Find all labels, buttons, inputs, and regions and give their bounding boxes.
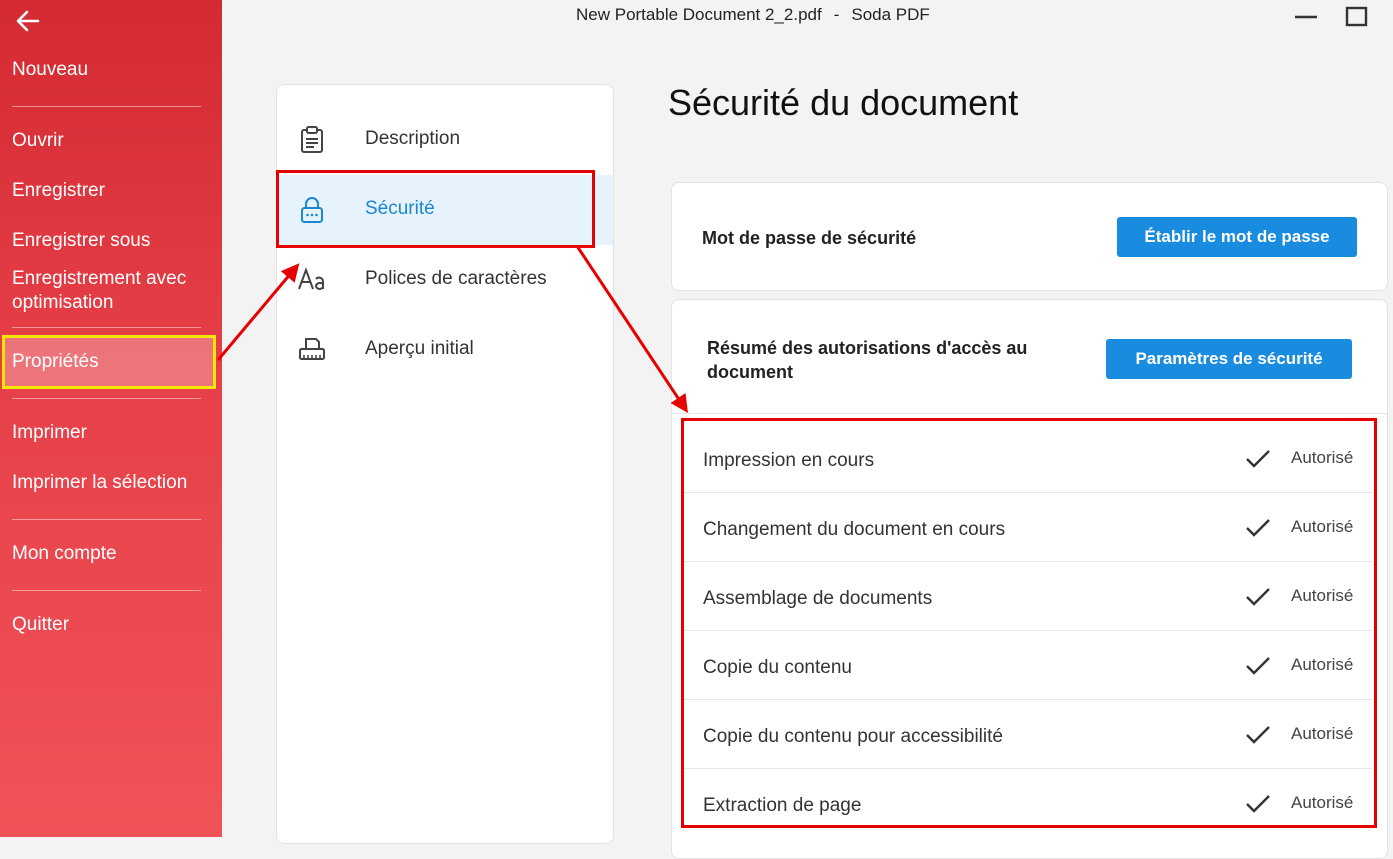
check-icon [1246, 588, 1270, 606]
menu-item-mon-compte[interactable]: Mon compte [12, 542, 117, 566]
permission-status: Autorisé [1291, 586, 1354, 605]
check-icon [1246, 450, 1270, 468]
permission-status: Autorisé [1291, 517, 1354, 536]
permission-row: Extraction de page Autorisé [684, 769, 1372, 838]
permission-row: Impression en cours Autorisé [684, 424, 1372, 493]
menu-item-quitter[interactable]: Quitter [12, 613, 69, 637]
back-arrow-icon[interactable] [14, 8, 42, 34]
file-menu-sidebar: Nouveau Ouvrir Enregistrer Enregistrer s… [0, 0, 222, 837]
nav-item-apercu[interactable]: Aperçu initial [277, 315, 613, 385]
permission-row: Changement du document en cours Autorisé [684, 493, 1372, 562]
app-name: Soda PDF [851, 5, 930, 24]
permission-status: Autorisé [1291, 655, 1354, 674]
minimize-icon[interactable] [1293, 6, 1319, 28]
menu-item-ouvrir[interactable]: Ouvrir [12, 129, 64, 153]
menu-item-imprimer-selection[interactable]: Imprimer la sélection [12, 471, 187, 495]
page-title: Sécurité du document [668, 82, 1019, 123]
maximize-icon[interactable] [1344, 6, 1370, 28]
nav-item-polices[interactable]: Polices de caractères [277, 245, 613, 315]
menu-item-imprimer[interactable]: Imprimer [12, 421, 87, 445]
window-title: New Portable Document 2_2.pdf - Soda PDF [576, 5, 930, 25]
password-card-title: Mot de passe de sécurité [702, 228, 917, 248]
document-name: New Portable Document 2_2.pdf [576, 5, 822, 24]
clipboard-icon [301, 126, 323, 153]
nav-item-label: Polices de caractères [365, 268, 547, 289]
check-icon [1246, 657, 1270, 675]
menu-item-nouveau[interactable]: Nouveau [12, 58, 88, 82]
menu-divider [12, 590, 201, 591]
permission-row: Copie du contenu pour accessibilité Auto… [684, 700, 1372, 769]
permission-label: Copie du contenu [703, 657, 852, 678]
menu-divider [12, 398, 201, 399]
menu-item-enregistrement-optimisation[interactable]: Enregistrement avec optimisation [12, 267, 217, 315]
permission-row: Assemblage de documents Autorisé [684, 562, 1372, 631]
menu-item-proprietes[interactable]: Propriétés [12, 350, 99, 374]
menu-item-enregistrer[interactable]: Enregistrer [12, 179, 105, 203]
permission-label: Impression en cours [703, 450, 875, 471]
permission-label: Extraction de page [703, 795, 862, 816]
menu-divider [12, 106, 201, 107]
lock-icon [301, 197, 323, 223]
password-card: Mot de passe de sécurité Établir le mot … [671, 182, 1388, 291]
menu-divider [12, 519, 201, 520]
printer-icon [299, 338, 325, 360]
set-password-button[interactable]: Établir le mot de passe [1117, 217, 1357, 257]
menu-divider [12, 327, 201, 328]
check-icon [1246, 726, 1270, 744]
card-divider [672, 413, 1387, 414]
check-icon [1246, 519, 1270, 537]
permission-label: Assemblage de documents [703, 588, 933, 609]
title-separator: - [833, 5, 840, 24]
font-icon [298, 267, 324, 291]
check-icon [1246, 795, 1270, 813]
permission-row: Copie du contenu Autorisé [684, 631, 1372, 700]
menu-item-enregistrer-sous[interactable]: Enregistrer sous [12, 229, 150, 253]
security-settings-button[interactable]: Paramètres de sécurité [1106, 339, 1352, 379]
nav-item-securite[interactable]: Sécurité [277, 175, 613, 245]
permission-label: Changement du document en cours [703, 519, 1006, 540]
nav-item-label: Sécurité [365, 198, 435, 219]
permissions-card-title: Résumé des autorisations d'accès au docu… [707, 338, 1028, 382]
nav-item-label: Description [365, 128, 461, 149]
permission-status: Autorisé [1291, 448, 1354, 467]
permission-label: Copie du contenu pour accessibilité [703, 726, 1003, 747]
properties-nav-panel: Description Sécurité Polices de caractèr… [276, 84, 614, 844]
nav-item-description[interactable]: Description [277, 105, 613, 175]
permission-status: Autorisé [1291, 793, 1354, 812]
nav-item-label: Aperçu initial [365, 338, 474, 359]
permission-status: Autorisé [1291, 724, 1354, 743]
